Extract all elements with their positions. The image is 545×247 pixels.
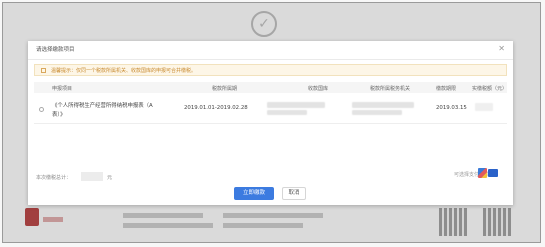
total-unit: 元 [107, 175, 113, 181]
select-payment-items-dialog: 请选择缴款项目 ✕ 温馨提示：仅同一个税款所属机关、收款国库的申报可合并缴税。 … [28, 41, 513, 205]
screenshot-frame: ✓ 请选择缴款项目 ✕ 温馨提示：仅同一个税款所属机关、收款国库的申报可合并缴税… [2, 2, 541, 243]
row-item-name-continued: 表）》 [52, 112, 66, 118]
table-header: 申报项目 税款所属期 收款国库 税款所属税务机关 缴款期限 实缴税额（元） [34, 82, 507, 93]
row-item-name: 《个人所得税生产经营所得纳税申报表（A [52, 103, 153, 109]
column-header-tax-office: 税款所属税务机关 [370, 85, 411, 92]
dialog-header: 请选择缴款项目 ✕ [28, 41, 513, 60]
row-treasury-redacted [267, 102, 325, 108]
column-header-item: 申报项目 [52, 85, 73, 92]
row-amount-redacted [475, 103, 493, 111]
row-treasury-redacted [267, 110, 307, 115]
row-radio-button[interactable] [39, 107, 44, 112]
notice-banner: 温馨提示：仅同一个税款所属机关、收款国库的申报可合并缴税。 [34, 64, 507, 76]
notice-checkbox-icon [41, 67, 46, 73]
column-header-period: 税款所属期 [212, 85, 238, 92]
close-icon[interactable]: ✕ [498, 44, 505, 53]
row-tax-office-redacted [352, 102, 414, 108]
row-deadline: 2019.03.15 [436, 105, 467, 111]
column-header-deadline: 缴款期限 [436, 85, 457, 92]
total-label: 本次缴税总计： [36, 175, 72, 181]
pay-method-icon[interactable] [478, 168, 487, 178]
column-header-treasury: 收款国库 [308, 85, 329, 92]
pay-now-button[interactable]: 立即缴款 [234, 187, 274, 200]
row-period: 2019.01.01-2019.02.28 [184, 105, 248, 111]
table-row[interactable]: 《个人所得税生产经营所得纳税申报表（A 表）》 2019.01.01-2019.… [34, 93, 507, 124]
row-tax-office-redacted [352, 110, 402, 115]
dialog-title: 请选择缴款项目 [36, 47, 75, 53]
cancel-button[interactable]: 取消 [282, 187, 306, 200]
notice-text: 温馨提示：仅同一个税款所属机关、收款国库的申报可合并缴税。 [51, 68, 197, 74]
column-header-amount: 实缴税额（元） [472, 85, 508, 92]
total-amount-redacted [81, 172, 103, 181]
unionpay-card-icon[interactable] [488, 169, 498, 177]
